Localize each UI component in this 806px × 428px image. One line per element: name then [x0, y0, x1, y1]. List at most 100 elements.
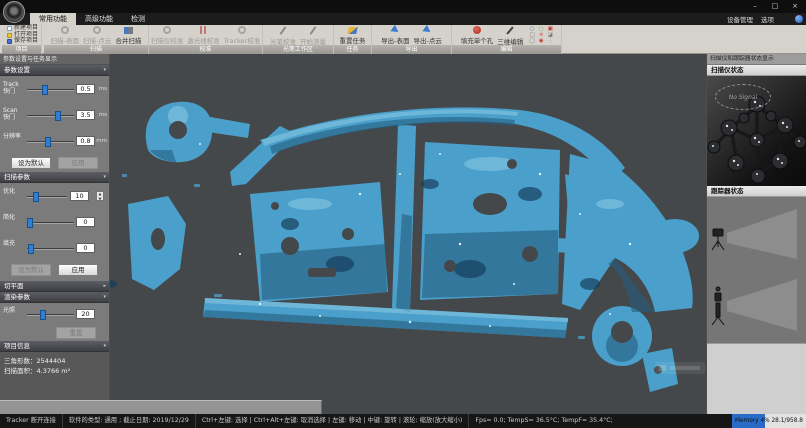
tracker-status-view	[707, 197, 806, 343]
merge-scan-button[interactable]: 合并扫描	[113, 25, 143, 45]
car-body-scan	[110, 54, 706, 414]
menu-device-management[interactable]: 设备管理	[727, 14, 753, 24]
close-button[interactable]: ×	[786, 1, 804, 12]
edit-3d-button[interactable]: 三维编辑	[495, 25, 525, 45]
optimize-slider[interactable]	[27, 196, 67, 198]
track-shutter-row: Track 快门 0.5 ms	[0, 76, 109, 102]
section-header-scan-params[interactable]: 扫描参数▾	[0, 172, 109, 183]
scan-area-value: 4.3766 m²	[37, 367, 71, 375]
point-select-icon[interactable]: ◉	[537, 38, 545, 44]
tracker-status-header[interactable]: 跟踪器状态	[707, 186, 806, 197]
collapse-arrow-icon: ▾	[103, 292, 106, 303]
ribbon-tabs: 常用功能 高级功能 检测	[30, 13, 154, 25]
device-status-title: 扫描仪和跟踪器状态显示	[707, 54, 806, 65]
tracker-calibration-button[interactable]: Tracker校准	[222, 25, 262, 45]
laser-line-calibration-button[interactable]: 激光线校准	[185, 25, 222, 45]
lighting-slider[interactable]	[27, 314, 74, 316]
render-buttons: 重置	[0, 325, 109, 341]
reset-task-icon	[347, 27, 357, 34]
viewport-3d[interactable]	[110, 54, 706, 414]
ribbon: 新建项目 打开项目 保存项目 项目 扫描-表面 扫描-点云 合并扫描 扫描 扫描…	[0, 25, 806, 54]
slider-thumb[interactable]	[27, 218, 33, 228]
scan-shutter-row: Scan 快门 3.5 ms	[0, 102, 109, 128]
circle-select-icon[interactable]: ◯	[528, 38, 536, 44]
slider-thumb[interactable]	[45, 137, 51, 147]
simplify-row: 简化 0	[0, 209, 109, 235]
fill-single-hole-button[interactable]: 填充单个孔	[459, 25, 496, 45]
measure-icon	[310, 26, 317, 35]
title-bar: – □ ×	[0, 0, 806, 13]
help-icon[interactable]	[795, 15, 803, 23]
scanner-calibration-button[interactable]: 扫描仪校准	[149, 25, 186, 45]
status-bar: Tracker 断开连接 软件的类型: 通用 ; 截止日期: 2019/12/2…	[0, 414, 806, 428]
scan-pointcloud-icon	[93, 26, 101, 34]
set-default-button[interactable]: 设为默认	[11, 157, 51, 169]
start-measure-button[interactable]: 开始测量	[298, 25, 328, 45]
lighting-value[interactable]: 20	[76, 309, 95, 319]
collapse-arrow-icon: ▾	[103, 65, 106, 76]
optimize-value[interactable]: 10	[70, 191, 89, 201]
track-shutter-slider[interactable]	[27, 89, 74, 91]
ribbon-group-edit: 填充单个孔 三维编辑 ○ ◌ ▣ □ × ◪ ◯ ◉ ⋮ 编辑	[452, 25, 562, 54]
scanner-status-header[interactable]: 扫描仪状态	[707, 65, 806, 76]
scan-surface-button[interactable]: 扫描-表面	[49, 25, 81, 45]
ribbon-group-scan: 扫描-表面 扫描-点云 合并扫描 扫描	[44, 25, 149, 54]
parameter-panel: 参数设置与任务显示 参数设置▾ Track 快门 0.5 ms Scan 快门 …	[0, 54, 110, 400]
laser-line-icon	[200, 26, 208, 34]
section-header-project-info[interactable]: 项目信息▾	[0, 341, 109, 352]
slider-thumb[interactable]	[55, 111, 61, 121]
section-header-render-params[interactable]: 渲染参数▾	[0, 292, 109, 303]
slider-thumb[interactable]	[40, 310, 46, 320]
app-logo-icon[interactable]	[3, 1, 25, 23]
stylus-calibration-button[interactable]: 光笔校准	[268, 25, 298, 45]
merge-scan-icon	[124, 27, 133, 34]
triangle-count-value: 2544404	[37, 357, 66, 365]
export-pointcloud-icon	[423, 25, 433, 36]
simplify-slider[interactable]	[27, 222, 74, 224]
section-header-parameters[interactable]: 参数设置▾	[0, 65, 109, 76]
export-pointcloud-button[interactable]: 导出-点云	[412, 25, 444, 45]
slider-thumb[interactable]	[42, 85, 48, 95]
open-folder-icon	[7, 33, 12, 38]
ribbon-group-calibration: 扫描仪校准 激光线校准 Tracker校准 校准	[149, 25, 263, 54]
scan-shutter-slider[interactable]	[27, 115, 74, 117]
reset-button[interactable]: 重置	[56, 327, 96, 339]
window-controls: – □ ×	[746, 0, 804, 13]
section-header-clip-plane[interactable]: 切平面▸	[0, 281, 109, 292]
menu-options[interactable]: 选项	[761, 14, 774, 24]
tab-inspection[interactable]: 检测	[122, 13, 154, 25]
memory-label: Memory 4% 28.1/958.8 Gb	[732, 414, 806, 428]
resolution-value[interactable]: 0.8	[76, 136, 95, 146]
more-tools-icon[interactable]: ⋮	[546, 38, 554, 44]
parameter-buttons: 设为默认 应用	[0, 154, 109, 172]
fill-hole-icon	[473, 26, 481, 34]
track-shutter-value[interactable]: 0.5	[76, 84, 95, 94]
simplify-value[interactable]: 0	[76, 217, 95, 227]
resolution-slider[interactable]	[27, 141, 74, 143]
save-project-button[interactable]: 保存项目	[7, 38, 38, 45]
reset-task-button[interactable]: 重置任务	[338, 25, 368, 45]
tab-advanced-functions[interactable]: 高级功能	[76, 13, 122, 25]
panel-filler	[707, 343, 806, 424]
export-surface-button[interactable]: 导出-表面	[379, 25, 411, 45]
tracker-connection-status: Tracker 断开连接	[0, 414, 62, 428]
apply-button[interactable]: 应用	[58, 264, 98, 276]
apply-button[interactable]: 应用	[58, 157, 98, 169]
tracker-coverage-graphic	[707, 197, 806, 343]
memory-indicator: Memory 4% 28.1/958.8 Gb	[732, 414, 806, 428]
parameter-panel-title: 参数设置与任务显示	[0, 54, 109, 65]
slider-thumb[interactable]	[28, 244, 34, 254]
no-signal-badge: No Signal	[715, 84, 771, 110]
optimize-spinner[interactable]: ▲▼	[96, 191, 104, 201]
ribbon-group-task: 重置任务 任务	[334, 25, 372, 54]
scan-area-row: 扫描面积：4.3766 m²	[4, 366, 105, 376]
slider-thumb[interactable]	[33, 192, 39, 202]
fill-value[interactable]: 0	[76, 243, 95, 253]
minimize-button[interactable]: –	[746, 1, 764, 12]
set-default-button[interactable]: 设为默认	[11, 264, 51, 276]
stylus-icon	[280, 26, 287, 35]
scan-shutter-value[interactable]: 3.5	[76, 110, 95, 120]
fill-slider[interactable]	[27, 248, 74, 250]
scan-pointcloud-button[interactable]: 扫描-点云	[81, 25, 113, 45]
maximize-button[interactable]: □	[766, 1, 784, 12]
